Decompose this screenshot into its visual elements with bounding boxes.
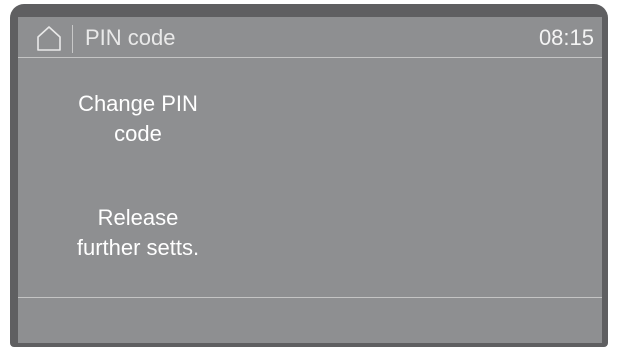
menu-item-release-settings[interactable]: Release further setts. — [46, 203, 230, 263]
header-separator — [72, 25, 73, 53]
home-button[interactable] — [36, 25, 62, 51]
menu-item-label-line2: further setts. — [76, 235, 200, 260]
menu-item-label-line1: Change PIN — [78, 91, 198, 116]
menu-item-change-pin[interactable]: Change PIN code — [46, 89, 230, 149]
header-bar: PIN code 08:15 — [18, 17, 602, 57]
home-icon — [37, 26, 61, 51]
header-divider — [18, 57, 602, 58]
page-title: PIN code — [85, 25, 176, 50]
menu-item-label-line2: code — [114, 121, 162, 146]
display-screen: PIN code 08:15 Change PIN code Release f… — [18, 17, 602, 343]
clock-time: 08:15 — [538, 25, 594, 50]
footer-divider — [18, 297, 602, 298]
menu-item-label-line1: Release — [97, 205, 179, 230]
